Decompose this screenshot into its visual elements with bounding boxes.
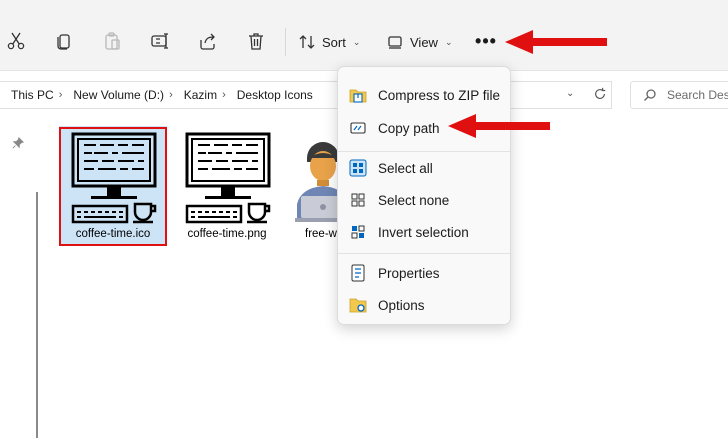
scrollbar[interactable]: [36, 192, 38, 438]
invert-selection-icon: [349, 223, 367, 241]
pin-icon[interactable]: [12, 136, 26, 150]
cut-icon[interactable]: [4, 28, 28, 54]
copy-icon[interactable]: [52, 28, 76, 54]
menu-item-label: Invert selection: [378, 224, 469, 240]
see-more-button[interactable]: •••: [474, 30, 498, 52]
toolbar-divider: [285, 28, 286, 56]
options-icon: [349, 296, 367, 314]
file-name: coffee-time.png: [187, 228, 267, 240]
breadcrumb-item[interactable]: Desktop Icons: [226, 88, 318, 102]
menu-item-compress-zip[interactable]: Compress to ZIP file: [346, 82, 504, 108]
menu-item-label: Compress to ZIP file: [378, 87, 501, 103]
view-button[interactable]: View ⌄: [386, 31, 453, 53]
menu-item-label: Select all: [378, 160, 433, 176]
copy-path-icon: [349, 119, 367, 137]
annotation-arrow-more: [505, 30, 607, 54]
select-none-icon: [349, 191, 367, 209]
breadcrumb-item[interactable]: New Volume (D:): [62, 88, 169, 102]
menu-item-invert-selection[interactable]: Invert selection: [346, 219, 504, 245]
menu-item-label: Copy path: [378, 120, 440, 136]
view-label: View: [410, 34, 438, 50]
annotation-arrow-copy-path: [448, 114, 550, 138]
rename-icon[interactable]: [148, 28, 172, 54]
chevron-down-icon: ⌄: [444, 36, 453, 47]
chevron-down-icon: ⌄: [352, 36, 361, 47]
menu-item-label: Options: [378, 297, 425, 313]
menu-item-label: Select none: [378, 192, 450, 208]
zip-folder-icon: [349, 86, 367, 104]
menu-item-label: Properties: [378, 265, 440, 281]
menu-separator: [338, 253, 510, 254]
search-placeholder: Search Des: [667, 88, 728, 102]
file-name: free-w: [305, 228, 337, 240]
breadcrumb[interactable]: This PC › New Volume (D:) › Kazim › Desk…: [0, 81, 612, 109]
menu-item-options[interactable]: Options: [346, 292, 504, 318]
select-all-icon: [349, 159, 367, 177]
view-icon: [388, 36, 402, 49]
menu-item-select-none[interactable]: Select none: [346, 187, 504, 213]
file-item[interactable]: free-w: [287, 126, 337, 246]
sort-label: Sort: [322, 34, 346, 50]
menu-item-properties[interactable]: Properties: [346, 260, 504, 286]
properties-icon: [349, 264, 367, 282]
share-icon[interactable]: [196, 28, 220, 54]
see-more-menu: Compress to ZIP file Copy path Select al…: [337, 66, 511, 325]
menu-separator: [338, 151, 510, 152]
search-icon: [644, 89, 656, 101]
menu-item-select-all[interactable]: Select all: [346, 155, 504, 181]
breadcrumb-item[interactable]: This PC: [0, 88, 59, 102]
paste-icon[interactable]: [100, 28, 124, 54]
search-input[interactable]: Search Des: [630, 81, 728, 109]
computer-coffee-icon: [185, 132, 271, 224]
annotation-highlight-box: [59, 127, 167, 246]
person-laptop-icon: [295, 142, 337, 222]
sort-button[interactable]: Sort ⌄: [298, 31, 360, 53]
sort-icon: [299, 35, 315, 49]
more-label: •••: [475, 30, 497, 51]
navigation-pane: [0, 122, 50, 438]
file-item[interactable]: coffee-time.png: [173, 126, 281, 246]
delete-icon[interactable]: [244, 28, 268, 54]
address-dropdown-icon[interactable]: ⌄: [566, 88, 574, 99]
refresh-icon[interactable]: [590, 84, 610, 104]
breadcrumb-item[interactable]: Kazim: [173, 88, 222, 102]
